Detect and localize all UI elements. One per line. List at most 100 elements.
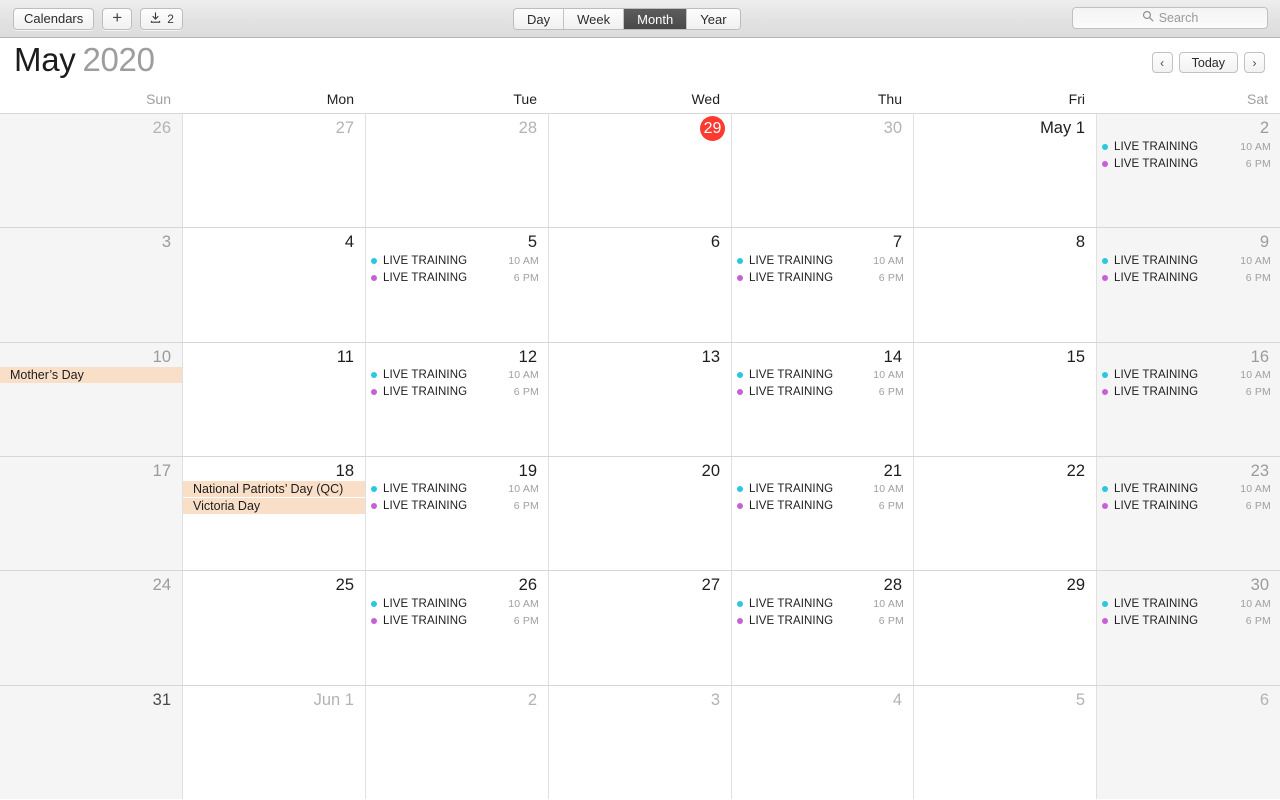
calendar-event[interactable]: LIVE TRAINING 6 PM [366, 269, 548, 286]
calendar-event[interactable]: LIVE TRAINING 10 AM [732, 367, 913, 384]
calendar-event[interactable]: LIVE TRAINING 10 AM [732, 252, 913, 269]
next-month-button[interactable]: › [1244, 52, 1265, 73]
inbox-button[interactable]: 2 [140, 7, 183, 30]
day-cell[interactable]: 6 [1097, 685, 1280, 799]
calendar-event[interactable]: LIVE TRAINING 10 AM [1097, 367, 1280, 384]
day-cell[interactable]: 6 [549, 228, 732, 342]
day-cell[interactable]: 28 LIVE TRAINING 10 AM LIVE TRAINING 6 PM [732, 571, 914, 685]
day-cell[interactable]: 27 [183, 114, 366, 228]
calendar-event[interactable]: LIVE TRAINING 10 AM [1097, 138, 1280, 155]
day-cell[interactable]: 21 LIVE TRAINING 10 AM LIVE TRAINING 6 PM [732, 456, 914, 571]
calendar-event[interactable]: LIVE TRAINING 10 AM [1097, 481, 1280, 498]
day-cell[interactable]: 30 [732, 114, 914, 228]
day-cell[interactable]: 4 [732, 685, 914, 799]
calendar-event[interactable]: LIVE TRAINING 6 PM [732, 498, 913, 515]
event-time: 10 AM [508, 483, 539, 496]
add-event-button[interactable]: + [102, 7, 133, 30]
event-time: 10 AM [508, 597, 539, 610]
day-cell[interactable]: 20 [549, 456, 732, 571]
day-cell[interactable]: 12 LIVE TRAINING 10 AM LIVE TRAINING 6 PM [366, 342, 549, 456]
day-cell[interactable]: 29 [549, 114, 732, 228]
day-cell[interactable]: 31 [0, 685, 183, 799]
view-tab-day[interactable]: Day [514, 9, 565, 29]
day-cell[interactable]: 13 [549, 342, 732, 456]
day-cell[interactable]: 18 National Patriots’ Day (QC) Victoria Da… [183, 456, 366, 571]
previous-month-button[interactable]: ‹ [1151, 52, 1173, 73]
day-cell[interactable]: 8 [914, 228, 1097, 342]
calendar-event[interactable]: LIVE TRAINING 6 PM [1097, 155, 1280, 172]
calendar-event[interactable]: LIVE TRAINING 10 AM [1097, 595, 1280, 612]
search-icon [1142, 9, 1154, 27]
weekday-label-thu: Thu [877, 91, 902, 107]
view-tab-year[interactable]: Year [687, 9, 740, 29]
day-cell[interactable]: 25 [183, 571, 366, 685]
event-time: 10 AM [1240, 597, 1271, 610]
day-cell[interactable]: 26 [0, 114, 183, 228]
search-field[interactable]: Search [1072, 7, 1268, 29]
day-cell[interactable]: May 1 [914, 114, 1097, 228]
calendar-event[interactable]: LIVE TRAINING 10 AM [366, 367, 548, 384]
event-color-dot-icon [1102, 600, 1108, 607]
day-cell[interactable]: 2 LIVE TRAINING 10 AM LIVE TRAINING 6 PM [1097, 114, 1280, 228]
day-cell[interactable]: 14 LIVE TRAINING 10 AM LIVE TRAINING 6 PM [732, 342, 914, 456]
calendar-event[interactable]: LIVE TRAINING 6 PM [366, 612, 548, 629]
day-cell[interactable]: 30 LIVE TRAINING 10 AM LIVE TRAINING 6 PM [1097, 571, 1280, 685]
event-title: LIVE TRAINING [749, 597, 834, 610]
calendar-event[interactable]: LIVE TRAINING 10 AM [366, 595, 548, 612]
calendar-event[interactable]: LIVE TRAINING 6 PM [1097, 612, 1280, 629]
day-number: 15 [1066, 347, 1085, 366]
event-color-dot-icon [1102, 143, 1108, 150]
day-cell[interactable]: 15 [914, 342, 1097, 456]
calendar-event[interactable]: LIVE TRAINING 6 PM [366, 384, 548, 401]
day-cell[interactable]: 23 LIVE TRAINING 10 AM LIVE TRAINING 6 PM [1097, 456, 1280, 571]
calendar-event[interactable]: LIVE TRAINING 6 PM [732, 384, 913, 401]
day-cell[interactable]: 29 [914, 571, 1097, 685]
day-cell[interactable]: 17 [0, 456, 183, 571]
view-tab-month[interactable]: Month [624, 9, 688, 29]
day-cell[interactable]: 7 LIVE TRAINING 10 AM LIVE TRAINING 6 PM [732, 228, 914, 342]
day-cell[interactable]: 10 Mother’s Day [0, 342, 183, 456]
calendar-event[interactable]: LIVE TRAINING 6 PM [1097, 269, 1280, 286]
calendars-button[interactable]: Calendars [13, 7, 95, 30]
today-badge: 29 [700, 116, 725, 141]
day-cell[interactable]: 4 [183, 228, 366, 342]
day-cell[interactable]: 27 [549, 571, 732, 685]
calendar-event[interactable]: LIVE TRAINING 6 PM [1097, 498, 1280, 515]
day-cell[interactable]: 24 [0, 571, 183, 685]
calendar-event[interactable]: LIVE TRAINING 6 PM [732, 269, 913, 286]
day-cell[interactable]: 3 [549, 685, 732, 799]
calendar-event[interactable]: LIVE TRAINING 6 PM [732, 612, 913, 629]
day-cell[interactable]: 28 [366, 114, 549, 228]
holiday-banner[interactable]: National Patriots’ Day (QC) [183, 480, 365, 497]
day-cell[interactable]: 16 LIVE TRAINING 10 AM LIVE TRAINING 6 PM [1097, 342, 1280, 456]
event-title: LIVE TRAINING [383, 597, 468, 610]
day-cell[interactable]: 22 [914, 456, 1097, 571]
calendar-event[interactable]: LIVE TRAINING 10 AM [366, 252, 548, 269]
day-cell[interactable]: 9 LIVE TRAINING 10 AM LIVE TRAINING 6 PM [1097, 228, 1280, 342]
day-number: 21 [883, 461, 902, 480]
day-number: 28 [518, 119, 537, 137]
day-cell[interactable]: 5 [914, 685, 1097, 799]
calendar-event[interactable]: LIVE TRAINING 10 AM [732, 481, 913, 498]
event-time: 6 PM [1245, 500, 1271, 513]
day-cell[interactable]: 26 LIVE TRAINING 10 AM LIVE TRAINING 6 PM [366, 571, 549, 685]
calendar-event[interactable]: LIVE TRAINING 10 AM [1097, 252, 1280, 269]
holiday-banner[interactable]: Mother’s Day [0, 366, 182, 383]
toolbar: Calendars + 2 Day Week Month Year Search [0, 0, 1280, 38]
today-button[interactable]: Today [1178, 52, 1238, 73]
calendar-event[interactable]: LIVE TRAINING 6 PM [366, 498, 548, 515]
day-number: Jun 1 [313, 690, 354, 709]
calendar-event[interactable]: LIVE TRAINING 10 AM [366, 481, 548, 498]
day-cell[interactable]: 11 [183, 342, 366, 456]
day-cell[interactable]: 2 [366, 685, 549, 799]
calendar-event[interactable]: LIVE TRAINING 10 AM [732, 595, 913, 612]
day-cell[interactable]: Jun 1 [183, 685, 366, 799]
event-title: LIVE TRAINING [749, 369, 834, 382]
holiday-banner[interactable]: Victoria Day [183, 497, 365, 514]
day-cell[interactable]: 19 LIVE TRAINING 10 AM LIVE TRAINING 6 PM [366, 456, 549, 571]
day-cell[interactable]: 3 [0, 228, 183, 342]
day-cell[interactable]: 5 LIVE TRAINING 10 AM LIVE TRAINING 6 PM [366, 228, 549, 342]
view-mode-segmented-control[interactable]: Day Week Month Year [513, 8, 741, 30]
calendar-event[interactable]: LIVE TRAINING 6 PM [1097, 384, 1280, 401]
view-tab-week[interactable]: Week [564, 9, 625, 29]
